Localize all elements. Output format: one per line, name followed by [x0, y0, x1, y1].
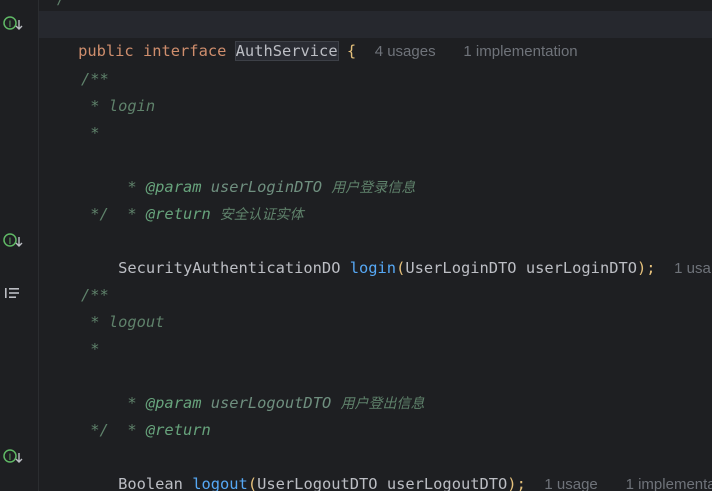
usages-hint[interactable]: 1 usa [674, 260, 711, 277]
method-name-logout[interactable]: logout [192, 475, 248, 491]
doc-comment-line: * logout [81, 313, 165, 331]
doc-param-line: * @param userLogoutDTO 用户登出信息 [81, 363, 424, 412]
doc-prefix: * [118, 421, 146, 439]
open-paren: ( [247, 475, 258, 491]
open-brace: { [346, 42, 357, 60]
method-params[interactable]: UserLoginDTO userLoginDTO [405, 259, 637, 277]
doc-comment-open: /** [81, 70, 109, 88]
usages-hint[interactable]: 4 usages [375, 43, 436, 60]
doc-prefix: * [118, 205, 146, 223]
return-type[interactable]: SecurityAuthenticationDO [118, 259, 350, 277]
doc-return-line: * @return 安全认证实体 [81, 174, 303, 223]
doc-comment-line: * [81, 124, 100, 142]
svg-text:I: I [9, 237, 12, 247]
implementations-hint[interactable]: 1 implementation [463, 43, 577, 60]
svg-text:I: I [9, 20, 12, 30]
logout-method-line[interactable]: Boolean logout(UserLogoutDTO userLogoutD… [81, 444, 712, 491]
interface-name[interactable]: AuthService [234, 41, 339, 61]
open-paren: ( [396, 259, 406, 277]
login-method-line[interactable]: SecurityAuthenticationDO login(UserLogin… [81, 228, 711, 277]
close-paren: ); [637, 259, 656, 277]
doc-param-description: 用户登出信息 [340, 396, 425, 412]
usages-hint[interactable]: 1 usage [544, 476, 597, 491]
implemented-method-icon[interactable]: I [3, 448, 25, 466]
doc-comment-close: */ [81, 421, 109, 439]
implemented-method-icon[interactable]: I [3, 232, 25, 250]
doc-return-description: 安全认证实体 [210, 207, 304, 223]
doc-return-tag: @return [145, 421, 211, 439]
doc-comment-open: /** [81, 286, 109, 304]
implemented-interface-icon[interactable]: I [3, 15, 25, 33]
interface-declaration-line[interactable]: public interface AuthService { 4 usages … [39, 11, 712, 61]
doc-param-line: * @param userLoginDTO 用户登录信息 [81, 147, 415, 196]
keyword-public: public [78, 42, 134, 60]
doc-comment-line: * [81, 340, 100, 358]
svg-text:I: I [9, 453, 12, 463]
doc-return-tag: @return [145, 205, 211, 223]
doc-comment-close: */ [81, 205, 109, 223]
method-name-login[interactable]: login [350, 259, 396, 277]
code-editor[interactable]: public interface AuthService { 4 usages … [39, 0, 712, 491]
editor-gutter: I I I [0, 0, 38, 491]
doc-return-line: * @return [81, 390, 210, 439]
return-type[interactable]: Boolean [118, 475, 192, 491]
doc-comment-line: * login [81, 97, 156, 115]
keyword-interface: interface [142, 42, 227, 60]
implementations-hint[interactable]: 1 implementat [626, 476, 712, 491]
doc-param-description: 用户登录信息 [331, 180, 416, 196]
doc-param-name: userLogoutDTO [201, 394, 341, 412]
method-params[interactable]: UserLogoutDTO userLogoutDTO [257, 475, 507, 491]
close-paren: ); [507, 475, 526, 491]
render-doc-icon[interactable] [3, 285, 25, 303]
